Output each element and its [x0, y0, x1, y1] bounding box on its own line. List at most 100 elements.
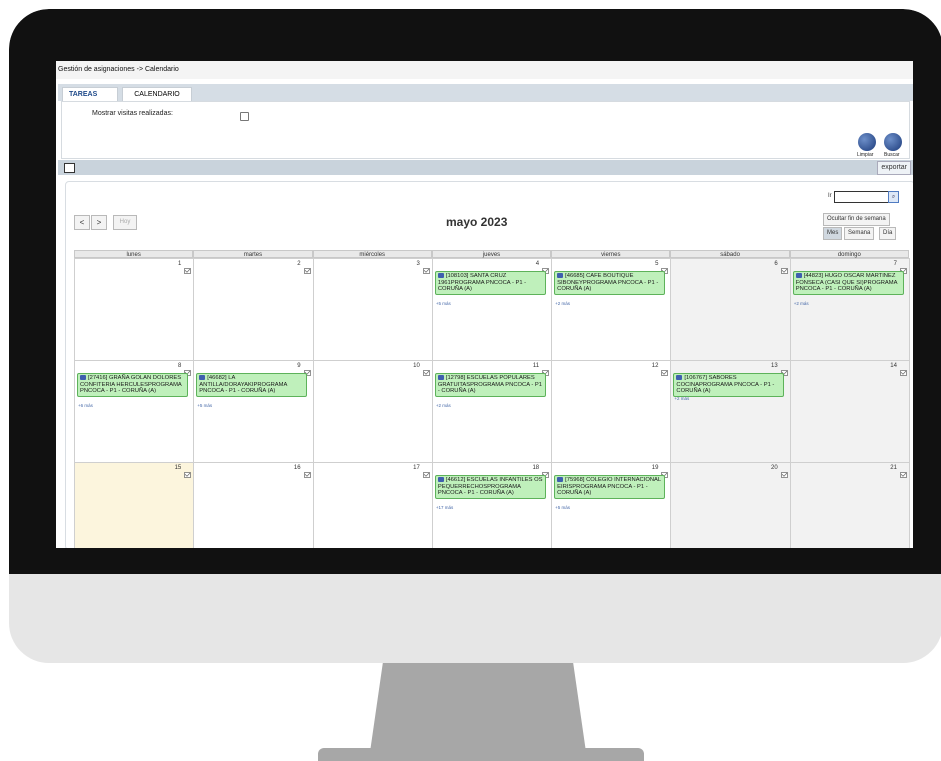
add-event-icon[interactable] — [184, 363, 192, 376]
day-cell[interactable]: 14 — [789, 360, 910, 463]
day-cell[interactable]: 12 — [551, 360, 672, 463]
day-cell[interactable]: 2 — [193, 258, 314, 361]
day-cell[interactable]: 15 — [74, 462, 195, 548]
day-cell[interactable]: 5 [46685] CAFE BOUTIQUE SIBONEYPROGRAMA P… — [551, 258, 672, 361]
add-event-icon[interactable] — [184, 465, 192, 478]
weekday-header-0: lunes — [74, 250, 194, 258]
calendar-event[interactable]: [46612] ESCUELAS INFANTILES OS PEQUERREC… — [434, 475, 546, 499]
add-event-icon[interactable] — [422, 261, 430, 274]
event-title: [46682] LA ANTILLA/DORAYAKIPROGRAMA PNCO… — [199, 375, 288, 395]
day-cell[interactable]: 20 — [670, 462, 791, 548]
add-event-icon[interactable] — [900, 465, 907, 478]
calendar-event[interactable]: [108103] SANTA CRUZ 1961PROGRAMA PNCOCA … — [434, 271, 546, 295]
more-events-link[interactable]: +5 más — [436, 301, 451, 306]
add-event-icon[interactable] — [661, 363, 669, 376]
add-event-icon[interactable] — [303, 261, 311, 274]
add-event-icon[interactable] — [542, 261, 549, 274]
add-event-icon[interactable] — [900, 363, 907, 376]
event-title: [12798] ESCUELAS POPULARES GRATUITASPROG… — [437, 375, 542, 395]
day-cell[interactable]: 19 [75968] COLEGIO INTERNACIONAL EIRISPRO… — [551, 462, 672, 548]
clear-icon[interactable] — [858, 133, 876, 151]
add-event-icon[interactable] — [661, 261, 669, 274]
weekday-header-5: sábado — [670, 250, 790, 258]
add-event-icon[interactable] — [780, 465, 788, 478]
search-icon[interactable] — [884, 133, 902, 151]
more-events-link[interactable]: +2 más — [555, 301, 570, 306]
goto-date-input[interactable] — [834, 191, 890, 203]
calendar-event[interactable]: [46682] LA ANTILLA/DORAYAKIPROGRAMA PNCO… — [196, 373, 308, 397]
today-button[interactable]: Hoy — [113, 215, 137, 230]
event-title: [106767] SABORES COCINAPROGRAMA PNCOCA -… — [676, 375, 775, 395]
add-event-icon[interactable] — [661, 465, 669, 478]
more-events-link[interactable]: +5 más — [555, 505, 570, 510]
calendar-event[interactable]: [44823] HUGO OSCAR MARTINEZ FONSECA (CAS… — [792, 271, 904, 295]
day-number: 7 — [893, 261, 897, 267]
calendar-icon[interactable] — [64, 163, 75, 173]
day-number: 14 — [890, 363, 897, 369]
event-type-icon — [437, 477, 444, 482]
calendar-panel: Ir ⌕ < > Hoy mayo 2023 Ocultar fin de se… — [65, 181, 913, 548]
day-cell[interactable]: 6 — [670, 258, 791, 361]
more-events-link[interactable]: +5 más — [197, 403, 212, 408]
weekday-header-4: viernes — [551, 250, 671, 258]
add-event-icon[interactable] — [422, 363, 430, 376]
goto-label: Ir — [828, 193, 832, 199]
day-cell[interactable]: 9 [46682] LA ANTILLA/DORAYAKIPROGRAMA PNC… — [193, 360, 314, 463]
view-day-button[interactable]: Día — [879, 227, 897, 240]
event-type-icon — [557, 477, 564, 482]
calendar-event[interactable]: [106767] SABORES COCINAPROGRAMA PNCOCA -… — [673, 373, 785, 397]
view-month-button[interactable]: Mes — [823, 227, 843, 240]
more-events-link[interactable]: +2 más — [436, 403, 451, 408]
day-cell[interactable]: 11 [12798] ESCUELAS POPULARES GRATUITASPR… — [431, 360, 553, 463]
weekday-header-1: martes — [193, 250, 313, 258]
app-screen: Gestión de asignaciones -> Calendario TA… — [56, 61, 913, 548]
add-event-icon[interactable] — [542, 465, 549, 478]
hide-weekend-button[interactable]: Ocultar fin de semana — [823, 213, 890, 226]
day-number: 6 — [774, 261, 778, 267]
day-cell[interactable]: 1 — [74, 258, 195, 361]
day-cell[interactable]: 13 [106767] SABORES COCINAPROGRAMA PNCOCA… — [670, 360, 791, 463]
breadcrumb: Gestión de asignaciones -> Calendario — [56, 61, 913, 79]
prev-month-button[interactable]: < — [74, 215, 90, 230]
add-event-icon[interactable] — [184, 261, 192, 274]
calendar-event[interactable]: [75968] COLEGIO INTERNACIONAL EIRISPROGR… — [554, 475, 666, 499]
day-cell[interactable]: 17 — [312, 462, 433, 548]
event-type-icon — [437, 375, 444, 380]
more-events-link[interactable]: +17 más — [436, 505, 453, 510]
day-cell[interactable]: 4 [108103] SANTA CRUZ 1961PROGRAMA PNCOCA… — [431, 258, 553, 361]
day-number: 19 — [651, 465, 659, 471]
more-events-link[interactable]: +6 más — [78, 403, 93, 408]
goto-search-button[interactable]: ⌕ — [888, 191, 899, 203]
add-event-icon[interactable] — [900, 261, 907, 274]
event-title: [75968] COLEGIO INTERNACIONAL EIRISPROGR… — [557, 477, 661, 497]
day-number: 16 — [293, 465, 301, 471]
view-week-button[interactable]: Semana — [844, 227, 875, 240]
add-event-icon[interactable] — [542, 363, 549, 376]
add-event-icon[interactable] — [422, 465, 430, 478]
day-cell[interactable]: 21 — [789, 462, 910, 548]
more-events-link[interactable]: +2 más — [674, 396, 689, 401]
add-event-icon[interactable] — [303, 465, 311, 478]
tab-tareas[interactable]: TAREAS — [62, 87, 118, 102]
day-cell[interactable]: 3 — [312, 258, 433, 361]
day-cell[interactable]: 18 [46612] ESCUELAS INFANTILES OS PEQUERR… — [431, 462, 553, 548]
calendar-event[interactable]: [27416] GRAÑA GOLAN DOLORES CONFITERIA H… — [77, 373, 188, 397]
add-event-icon[interactable] — [780, 261, 788, 274]
day-number: 20 — [771, 465, 778, 471]
calendar-event[interactable]: [46685] CAFE BOUTIQUE SIBONEYPROGRAMA PN… — [554, 271, 666, 295]
day-cell[interactable]: 10 — [312, 360, 433, 463]
show-visits-checkbox[interactable] — [240, 112, 249, 121]
more-events-link[interactable]: +2 más — [794, 301, 809, 306]
event-type-icon — [80, 375, 86, 380]
day-cell[interactable]: 7 [44823] HUGO OSCAR MARTINEZ FONSECA (CA… — [789, 258, 910, 361]
tab-bar: TAREAS CALENDARIO — [58, 84, 913, 102]
day-cell[interactable]: 8 [27416] GRAÑA GOLAN DOLORES CONFITERIA … — [74, 360, 195, 463]
export-button[interactable]: exportar — [877, 161, 911, 175]
tab-calendario[interactable]: CALENDARIO — [122, 87, 192, 102]
event-type-icon — [437, 273, 444, 278]
add-event-icon[interactable] — [303, 363, 311, 376]
add-event-icon[interactable] — [780, 363, 788, 376]
day-cell[interactable]: 16 — [193, 462, 314, 548]
calendar-event[interactable]: [12798] ESCUELAS POPULARES GRATUITASPROG… — [434, 373, 546, 397]
next-month-button[interactable]: > — [91, 215, 107, 230]
